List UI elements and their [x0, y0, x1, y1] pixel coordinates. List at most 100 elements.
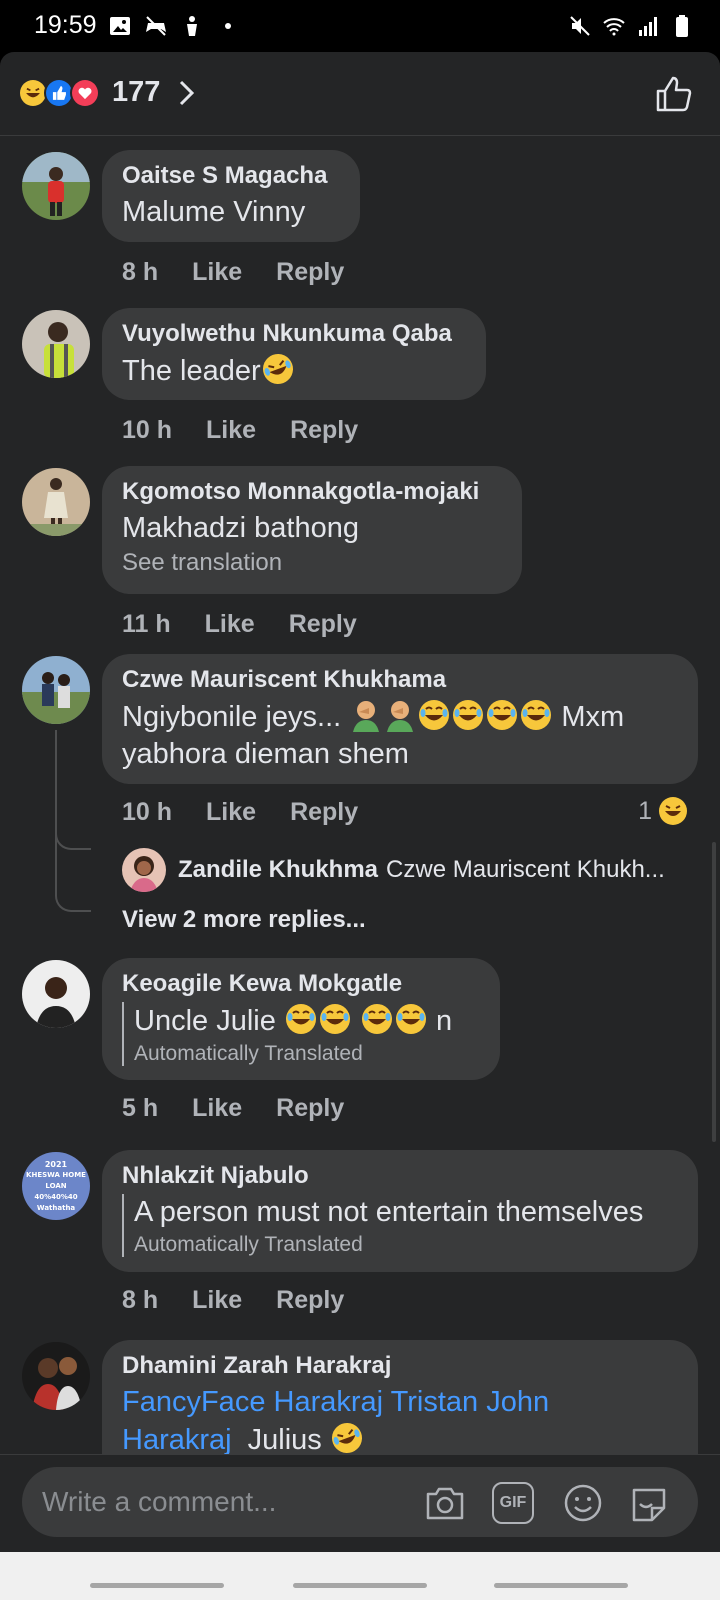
reaction-count: 177: [112, 76, 161, 108]
avatar-text: 40%40%40: [34, 1192, 78, 1201]
avatar[interactable]: [22, 468, 90, 536]
comment-author[interactable]: Vuyolwethu Nkunkuma Qaba: [122, 320, 466, 348]
thread-connector: [55, 860, 91, 912]
translation-note: Automatically Translated: [134, 1042, 363, 1065]
reply-button[interactable]: Reply: [290, 798, 358, 827]
like-button[interactable]: Like: [192, 1094, 242, 1123]
reply-button[interactable]: Reply: [276, 1094, 344, 1123]
comment-time[interactable]: 10 h: [122, 416, 172, 445]
reply-button[interactable]: Reply: [276, 1286, 344, 1315]
rofl-emoji-icon: [331, 1423, 362, 1453]
translated-block: Uncle Julie n Automatically Translated: [122, 1002, 480, 1066]
view-more-replies-link[interactable]: View 2 more replies...: [122, 906, 366, 934]
reply-preview[interactable]: Zandile Khukhma Czwe Mauriscent Khukh...: [122, 848, 665, 892]
comment-bubble[interactable]: Keoagile Kewa Mokgatle Uncle Julie n Aut…: [102, 958, 500, 1080]
see-translation-link[interactable]: See translation: [122, 549, 502, 577]
reactions-summary[interactable]: 177: [18, 76, 196, 109]
mute-icon: [570, 16, 590, 36]
sticker-icon[interactable]: [628, 1482, 670, 1524]
comment-composer: Write a comment... GIF: [0, 1454, 720, 1552]
reply-author[interactable]: Zandile Khukhma: [178, 856, 378, 884]
camera-icon[interactable]: [424, 1482, 466, 1524]
thumbs-up-icon[interactable]: [654, 74, 694, 114]
comment-author[interactable]: Kgomotso Monnakgotla-mojaki: [122, 478, 502, 506]
nav-back-button[interactable]: [494, 1583, 628, 1588]
wifi-icon: [603, 18, 625, 36]
comment-text: Ngiybonile jeys...: [122, 701, 342, 733]
avatar[interactable]: 2021 KHESWA HOME LOAN 40%40%40 Wathatha: [22, 1152, 90, 1220]
status-time: 19:59: [34, 11, 97, 39]
comment-text: Malume Vinny: [122, 196, 306, 228]
haha-reaction-icon: [659, 797, 687, 825]
comment-time[interactable]: 10 h: [122, 798, 172, 827]
mention-link[interactable]: Harakraj: [122, 1424, 232, 1456]
avatar-text: KHESWA HOME: [26, 1170, 86, 1179]
accessibility-icon: [187, 16, 197, 36]
mention-link[interactable]: FancyFace Harakraj Tristan John: [122, 1386, 549, 1418]
comments-sheet: 177 Oaitse S Magacha Malume Vinny 8 h Li…: [0, 52, 720, 1552]
comment-bubble[interactable]: Kgomotso Monnakgotla-mojaki Makhadzi bat…: [102, 466, 522, 594]
reply-button[interactable]: Reply: [276, 258, 344, 287]
joy-emoji-icon: [319, 1004, 350, 1034]
scrollbar[interactable]: [712, 842, 716, 1142]
comment-text: Mxm: [561, 701, 625, 733]
comment-text-line: FancyFace Harakraj Tristan John: [122, 1384, 678, 1421]
comment-author[interactable]: Czwe Mauriscent Khukhama: [122, 666, 678, 694]
facepalm-emoji-icon: [353, 701, 380, 732]
avatar[interactable]: [22, 1342, 90, 1410]
like-button[interactable]: Like: [192, 1286, 242, 1315]
comment-author[interactable]: Dhamini Zarah Harakraj: [122, 1352, 678, 1380]
facepalm-emoji-icon: [387, 701, 414, 732]
like-button[interactable]: Like: [206, 798, 256, 827]
nav-home-button[interactable]: [293, 1583, 427, 1588]
avatar-text: Wathatha: [36, 1203, 76, 1212]
emoji-smile-icon[interactable]: [562, 1482, 604, 1524]
translation-note: Automatically Translated: [134, 1233, 363, 1256]
comment-reaction-badge[interactable]: 1: [638, 796, 688, 826]
comment-input[interactable]: Write a comment... GIF: [22, 1467, 698, 1537]
comment-bubble[interactable]: Oaitse S Magacha Malume Vinny: [102, 150, 360, 242]
reply-button[interactable]: Reply: [289, 610, 357, 639]
translated-block: A person must not entertain themselves A…: [122, 1194, 678, 1257]
avatar[interactable]: [22, 152, 90, 220]
gif-label: GIF: [499, 1494, 527, 1511]
status-bar: 19:59: [0, 0, 720, 52]
comment-author[interactable]: Nhlakzit Njabulo: [122, 1162, 678, 1190]
avatar[interactable]: [22, 310, 90, 378]
comment-time[interactable]: 8 h: [122, 1286, 158, 1315]
like-button[interactable]: Like: [192, 258, 242, 287]
joy-emoji-icon: [453, 700, 484, 730]
rofl-emoji-icon: [262, 354, 293, 384]
avatar[interactable]: [22, 960, 90, 1028]
comment-text: Makhadzi bathong: [122, 512, 359, 544]
signal-icon: [639, 17, 657, 36]
comment-author[interactable]: Oaitse S Magacha: [122, 162, 340, 190]
notification-dot-icon: [225, 23, 231, 29]
gif-button[interactable]: GIF: [492, 1482, 534, 1524]
comment-time[interactable]: 8 h: [122, 258, 158, 287]
comment-bubble[interactable]: Vuyolwethu Nkunkuma Qaba The leader: [102, 308, 486, 400]
chevron-right-icon: [180, 80, 195, 105]
comment-text: n: [436, 1005, 453, 1037]
comment-time[interactable]: 11 h: [122, 610, 171, 639]
love-reaction-icon: [70, 77, 100, 108]
joy-emoji-icon: [285, 1004, 316, 1034]
comment-reaction-count: 1: [638, 796, 652, 825]
reply-button[interactable]: Reply: [290, 416, 358, 445]
like-button[interactable]: Like: [205, 610, 255, 639]
avatar-text: 2021: [44, 1159, 68, 1169]
joy-emoji-icon: [487, 700, 518, 730]
comment-time[interactable]: 5 h: [122, 1094, 158, 1123]
like-button[interactable]: Like: [206, 416, 256, 445]
game-controller-icon: [146, 16, 166, 36]
comment-bubble[interactable]: Nhlakzit Njabulo A person must not enter…: [102, 1150, 698, 1272]
comment-placeholder: Write a comment...: [42, 1486, 277, 1517]
avatar[interactable]: [122, 848, 166, 892]
comment-author[interactable]: Keoagile Kewa Mokgatle: [122, 970, 480, 998]
avatar-text: LOAN: [45, 1181, 67, 1190]
avatar[interactable]: [22, 656, 90, 724]
comment-bubble[interactable]: Czwe Mauriscent Khukhama Ngiybonile jeys…: [102, 654, 698, 784]
nav-recents-button[interactable]: [90, 1583, 224, 1588]
comment-text-line: Ngiybonile jeys... Mxm: [122, 698, 678, 736]
comment-text: Julius: [247, 1424, 322, 1456]
